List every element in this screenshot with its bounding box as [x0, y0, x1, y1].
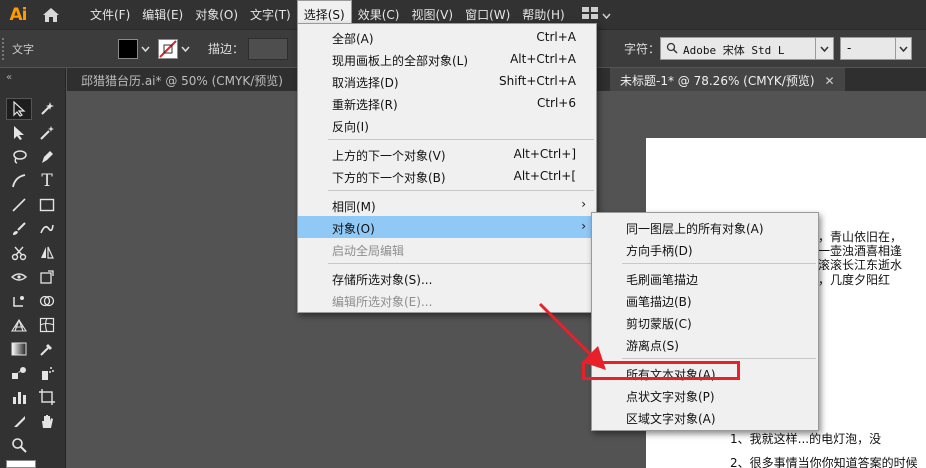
type-tool-icon[interactable]: T [34, 170, 60, 192]
slice-icon[interactable] [6, 410, 32, 432]
direct-selection-icon[interactable] [6, 122, 32, 144]
stroke-swatch[interactable] [158, 38, 178, 59]
chevron-down-icon [820, 46, 829, 52]
app-logo[interactable]: Ai [0, 0, 36, 29]
tab-document-1[interactable]: 邱猎猎台历.ai* @ 50% (CMYK/预览) [71, 68, 293, 91]
menu-item-start-global-edit: 启动全局编辑 [332, 244, 405, 258]
menu-separator [622, 263, 816, 264]
character-label[interactable]: 字符： [624, 40, 660, 57]
lasso-icon[interactable] [6, 146, 32, 168]
shaper-icon[interactable] [34, 218, 60, 240]
paintbrush-icon[interactable] [6, 218, 32, 240]
menu-item-inverse[interactable]: 反向(I) [298, 114, 596, 136]
tab-document-2[interactable]: 未标题-1* @ 78.26% (CMYK/预览) ✕ [610, 68, 845, 91]
submenu-item-point-text-objects[interactable]: 点状文字对象(P) [592, 384, 818, 406]
collapse-icon[interactable]: « [6, 72, 12, 83]
menu-item-reselect[interactable]: 重新选择(R) Ctrl+6 [298, 92, 596, 114]
menu-item-next-object-above[interactable]: 上方的下一个对象(V) Alt+Ctrl+] [298, 143, 596, 165]
menu-item-all-on-artboard[interactable]: 现用画板上的全部对象(L) Alt+Ctrl+A [298, 48, 596, 70]
artboard-text-line[interactable]: ，几度夕阳红 [818, 271, 890, 288]
close-icon[interactable]: ✕ [825, 74, 835, 88]
menu-item-edit-selection: 编辑所选对象(E)... [332, 295, 433, 309]
submenu-item-brush-strokes[interactable]: 画笔描边(B) [592, 289, 818, 311]
rectangle-icon[interactable] [34, 194, 60, 216]
width-tool-icon[interactable] [6, 266, 32, 288]
column-graph-icon[interactable] [6, 386, 32, 408]
menu-item-all[interactable]: 全部(A) Ctrl+A [298, 26, 596, 48]
stroke-label: 描边： [208, 42, 245, 56]
no-stroke-icon [159, 39, 177, 58]
home-icon[interactable] [36, 0, 66, 29]
free-transform-icon[interactable] [34, 266, 60, 288]
stroke-weight-field[interactable] [248, 37, 289, 60]
font-family-value: Adobe 宋体 Std L [683, 44, 785, 57]
stroke-dropdown[interactable] [178, 38, 192, 60]
reflect-icon[interactable] [34, 242, 60, 264]
submenu-item-same-layer-objects[interactable]: 同一图层上的所有对象(A) [592, 216, 818, 238]
eyedropper-icon[interactable] [34, 338, 60, 360]
font-style-dropdown[interactable] [896, 37, 912, 60]
menu-object[interactable]: 对象(O) [189, 0, 244, 29]
pen-icon[interactable] [34, 146, 60, 168]
submenu-item-bristle-brush-strokes[interactable]: 毛刷画笔描边 [592, 267, 818, 289]
menu-separator [328, 263, 594, 264]
menu-separator [328, 139, 594, 140]
menu-separator [328, 190, 594, 191]
menu-separator [622, 358, 816, 359]
chevron-down-icon [899, 46, 908, 52]
menu-item-same[interactable]: 相同(M) › [298, 194, 596, 216]
line-segment-icon[interactable] [6, 194, 32, 216]
submenu-item-area-text-objects[interactable]: 区域文字对象(A) [592, 406, 818, 428]
fill-dropdown[interactable] [138, 38, 152, 60]
chevron-right-icon: › [581, 219, 586, 233]
select-menu: 全部(A) Ctrl+A 现用画板上的全部对象(L) Alt+Ctrl+A 取消选择… [297, 23, 597, 313]
tools-panel: « T [0, 68, 66, 468]
menu-file[interactable]: 文件(F) [84, 0, 136, 29]
submenu-item-direction-handles[interactable]: 方向手柄(D) [592, 238, 818, 260]
perspective-grid-icon[interactable] [6, 314, 32, 336]
tab-title: 邱猎猎台历.ai* @ 50% (CMYK/预览) [81, 74, 283, 88]
annotation-highlight-box [582, 361, 740, 380]
search-icon [666, 42, 679, 58]
menu-edit[interactable]: 编辑(E) [136, 0, 189, 29]
submenu-item-stray-points[interactable]: 游离点(S) [592, 333, 818, 355]
object-submenu: 同一图层上的所有对象(A) 方向手柄(D) 毛刷画笔描边 画笔描边(B) 剪切蒙… [591, 212, 819, 431]
workspace-grid-icon [582, 7, 599, 22]
shape-builder-icon[interactable] [34, 290, 60, 312]
font-style-field[interactable]: - [840, 37, 896, 60]
tool-label: 文字 [12, 42, 34, 56]
tab-title: 未标题-1* @ 78.26% (CMYK/预览) [620, 74, 815, 88]
menu-item-next-object-below[interactable]: 下方的下一个对象(B) Alt+Ctrl+[ [298, 165, 596, 187]
selection-tool-icon[interactable] [6, 98, 32, 120]
menu-item-deselect[interactable]: 取消选择(D) Shift+Ctrl+A [298, 70, 596, 92]
submenu-item-clipping-masks[interactable]: 剪切蒙版(C) [592, 311, 818, 333]
scissors-icon[interactable] [6, 242, 32, 264]
hand-icon[interactable] [34, 410, 60, 432]
menu-item-object[interactable]: 对象(O) › [298, 216, 596, 238]
chevron-right-icon: › [581, 197, 586, 211]
gradient-icon[interactable] [6, 338, 32, 360]
fill-swatch[interactable] [118, 38, 138, 59]
puppet-warp-icon[interactable] [6, 290, 32, 312]
magic-anchor-icon[interactable] [34, 98, 60, 120]
fill-stroke-indicator[interactable] [6, 460, 36, 468]
artboard-text-line[interactable]: 2、很多事情当你你知道答案的时候 [730, 454, 918, 468]
zoom-icon[interactable] [6, 434, 32, 456]
symbol-sprayer-icon[interactable] [34, 362, 60, 384]
menu-item-save-selection[interactable]: 存储所选对象(S)... [298, 267, 596, 289]
chevron-down-icon [602, 8, 611, 22]
artboard-icon[interactable] [34, 386, 60, 408]
font-family-field[interactable]: Adobe 宋体 Std L [660, 37, 816, 60]
font-family-dropdown[interactable] [816, 37, 834, 60]
blend-icon[interactable] [6, 362, 32, 384]
panel-grip[interactable] [2, 37, 10, 60]
mesh-icon[interactable] [34, 314, 60, 336]
curvature-icon[interactable] [6, 170, 32, 192]
magic-wand-icon[interactable] [34, 122, 60, 144]
menu-type[interactable]: 文字(T) [244, 0, 297, 29]
